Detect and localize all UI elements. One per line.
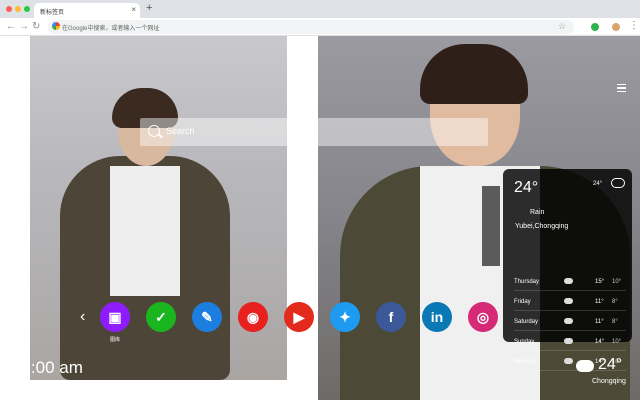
forecast-day: Saturday bbox=[514, 319, 539, 325]
forecast-high: 14° bbox=[595, 339, 605, 345]
corner-weather-temp: 24° bbox=[598, 356, 623, 373]
bookmark-star-icon[interactable]: ☆ bbox=[558, 21, 566, 32]
clock: 12:00 am bbox=[12, 358, 83, 377]
new-tab-page: Search ‹ ▣ 图库 ✓ ✎ ◉ ▶ ✦ f in ◎ 12:00 am Wednesday… bbox=[0, 36, 640, 400]
app-instagram-button[interactable]: ◎ bbox=[468, 302, 498, 332]
forward-icon[interactable]: → bbox=[19, 21, 29, 32]
app-gallery-label: 图库 bbox=[109, 337, 120, 343]
back-icon[interactable]: ← bbox=[6, 21, 16, 32]
reload-icon[interactable]: ↻ bbox=[32, 21, 40, 32]
cloud-icon bbox=[576, 360, 594, 372]
tab-title: 新标签页 bbox=[40, 10, 65, 16]
forecast-low: 10° bbox=[612, 339, 622, 345]
forecast-divider bbox=[514, 330, 626, 331]
profile-avatar[interactable] bbox=[611, 22, 621, 32]
forecast-divider bbox=[514, 350, 626, 351]
app-youtube-button[interactable]: ▶ bbox=[284, 302, 314, 332]
cloud-icon bbox=[611, 178, 625, 188]
search-placeholder: Search bbox=[166, 126, 195, 136]
app-linkedin-button[interactable]: in bbox=[422, 302, 452, 332]
weather-panel[interactable]: 24° 24° Rain Yubei,Chongqing Thursday 15°… bbox=[503, 169, 632, 371]
forecast-day: Thursday bbox=[514, 279, 540, 285]
cloud-icon bbox=[564, 298, 573, 304]
app-twitter-button[interactable]: ✦ bbox=[330, 302, 360, 332]
cloud-icon bbox=[564, 338, 573, 344]
cloud-icon bbox=[564, 278, 573, 284]
extension-icon[interactable] bbox=[591, 23, 599, 31]
cloud-icon bbox=[564, 318, 573, 324]
forecast-day: Friday bbox=[514, 299, 531, 305]
weather-location: Yubei,Chongqing bbox=[515, 223, 569, 230]
app-gallery-button[interactable]: ▣ bbox=[100, 302, 130, 332]
google-icon bbox=[52, 22, 60, 30]
forecast-high: 11° bbox=[595, 319, 604, 325]
forecast-high: 11° bbox=[595, 299, 604, 305]
browser-tab-strip: 新标签页 × + bbox=[0, 0, 640, 18]
forecast-row: Friday 11° 8° bbox=[514, 295, 626, 311]
new-tab-button[interactable]: + bbox=[146, 2, 152, 14]
forecast-row: Saturday 11° 8° bbox=[514, 315, 626, 331]
weather-small-temp: 24° bbox=[593, 181, 603, 187]
forecast-row: Sunday 14° 10° bbox=[514, 335, 626, 351]
search-icon bbox=[148, 125, 160, 137]
address-bar[interactable]: 在Google中搜索，或者输入一个网址 ☆ bbox=[48, 20, 574, 34]
app-facebook-button[interactable]: f bbox=[376, 302, 406, 332]
forecast-day: Monday bbox=[514, 359, 536, 365]
app-games-button[interactable]: ◉ bbox=[238, 302, 268, 332]
forecast-low: 8° bbox=[612, 319, 618, 325]
apps-prev-arrow-icon[interactable]: ‹ bbox=[80, 308, 85, 326]
clock-day: Wednesday bbox=[12, 380, 44, 386]
wallpaper-figure-tie bbox=[482, 186, 500, 266]
search-input[interactable]: Search bbox=[140, 118, 488, 146]
menu-icon[interactable] bbox=[617, 84, 626, 92]
close-window-icon[interactable] bbox=[6, 6, 12, 12]
address-bar-placeholder: 在Google中搜索，或者输入一个网址 bbox=[62, 26, 160, 32]
browser-menu-icon[interactable]: ⋮ bbox=[629, 20, 639, 31]
forecast-divider bbox=[514, 310, 626, 311]
app-notes-button[interactable]: ✎ bbox=[192, 302, 222, 332]
tab-close-icon[interactable]: × bbox=[131, 5, 136, 14]
maximize-window-icon[interactable] bbox=[24, 6, 30, 12]
forecast-day: Sunday bbox=[514, 339, 535, 345]
forecast-high: 15° bbox=[595, 279, 605, 285]
forecast-low: 8° bbox=[612, 299, 618, 305]
cloud-icon bbox=[564, 358, 573, 364]
wallpaper-figure-shirt bbox=[110, 166, 180, 296]
forecast-low: 10° bbox=[612, 279, 622, 285]
minimize-window-icon[interactable] bbox=[15, 6, 21, 12]
browser-tab[interactable]: 新标签页 × bbox=[34, 3, 140, 18]
app-tasks-button[interactable]: ✓ bbox=[146, 302, 176, 332]
weather-condition: Rain bbox=[530, 209, 545, 216]
forecast-row: Thursday 15° 10° bbox=[514, 275, 626, 291]
browser-toolbar: ← → ↻ 在Google中搜索，或者输入一个网址 ☆ bbox=[0, 18, 640, 36]
forecast-divider bbox=[514, 290, 626, 291]
weather-temp: 24° bbox=[514, 179, 539, 196]
corner-weather-location: Chongqing bbox=[592, 378, 626, 385]
